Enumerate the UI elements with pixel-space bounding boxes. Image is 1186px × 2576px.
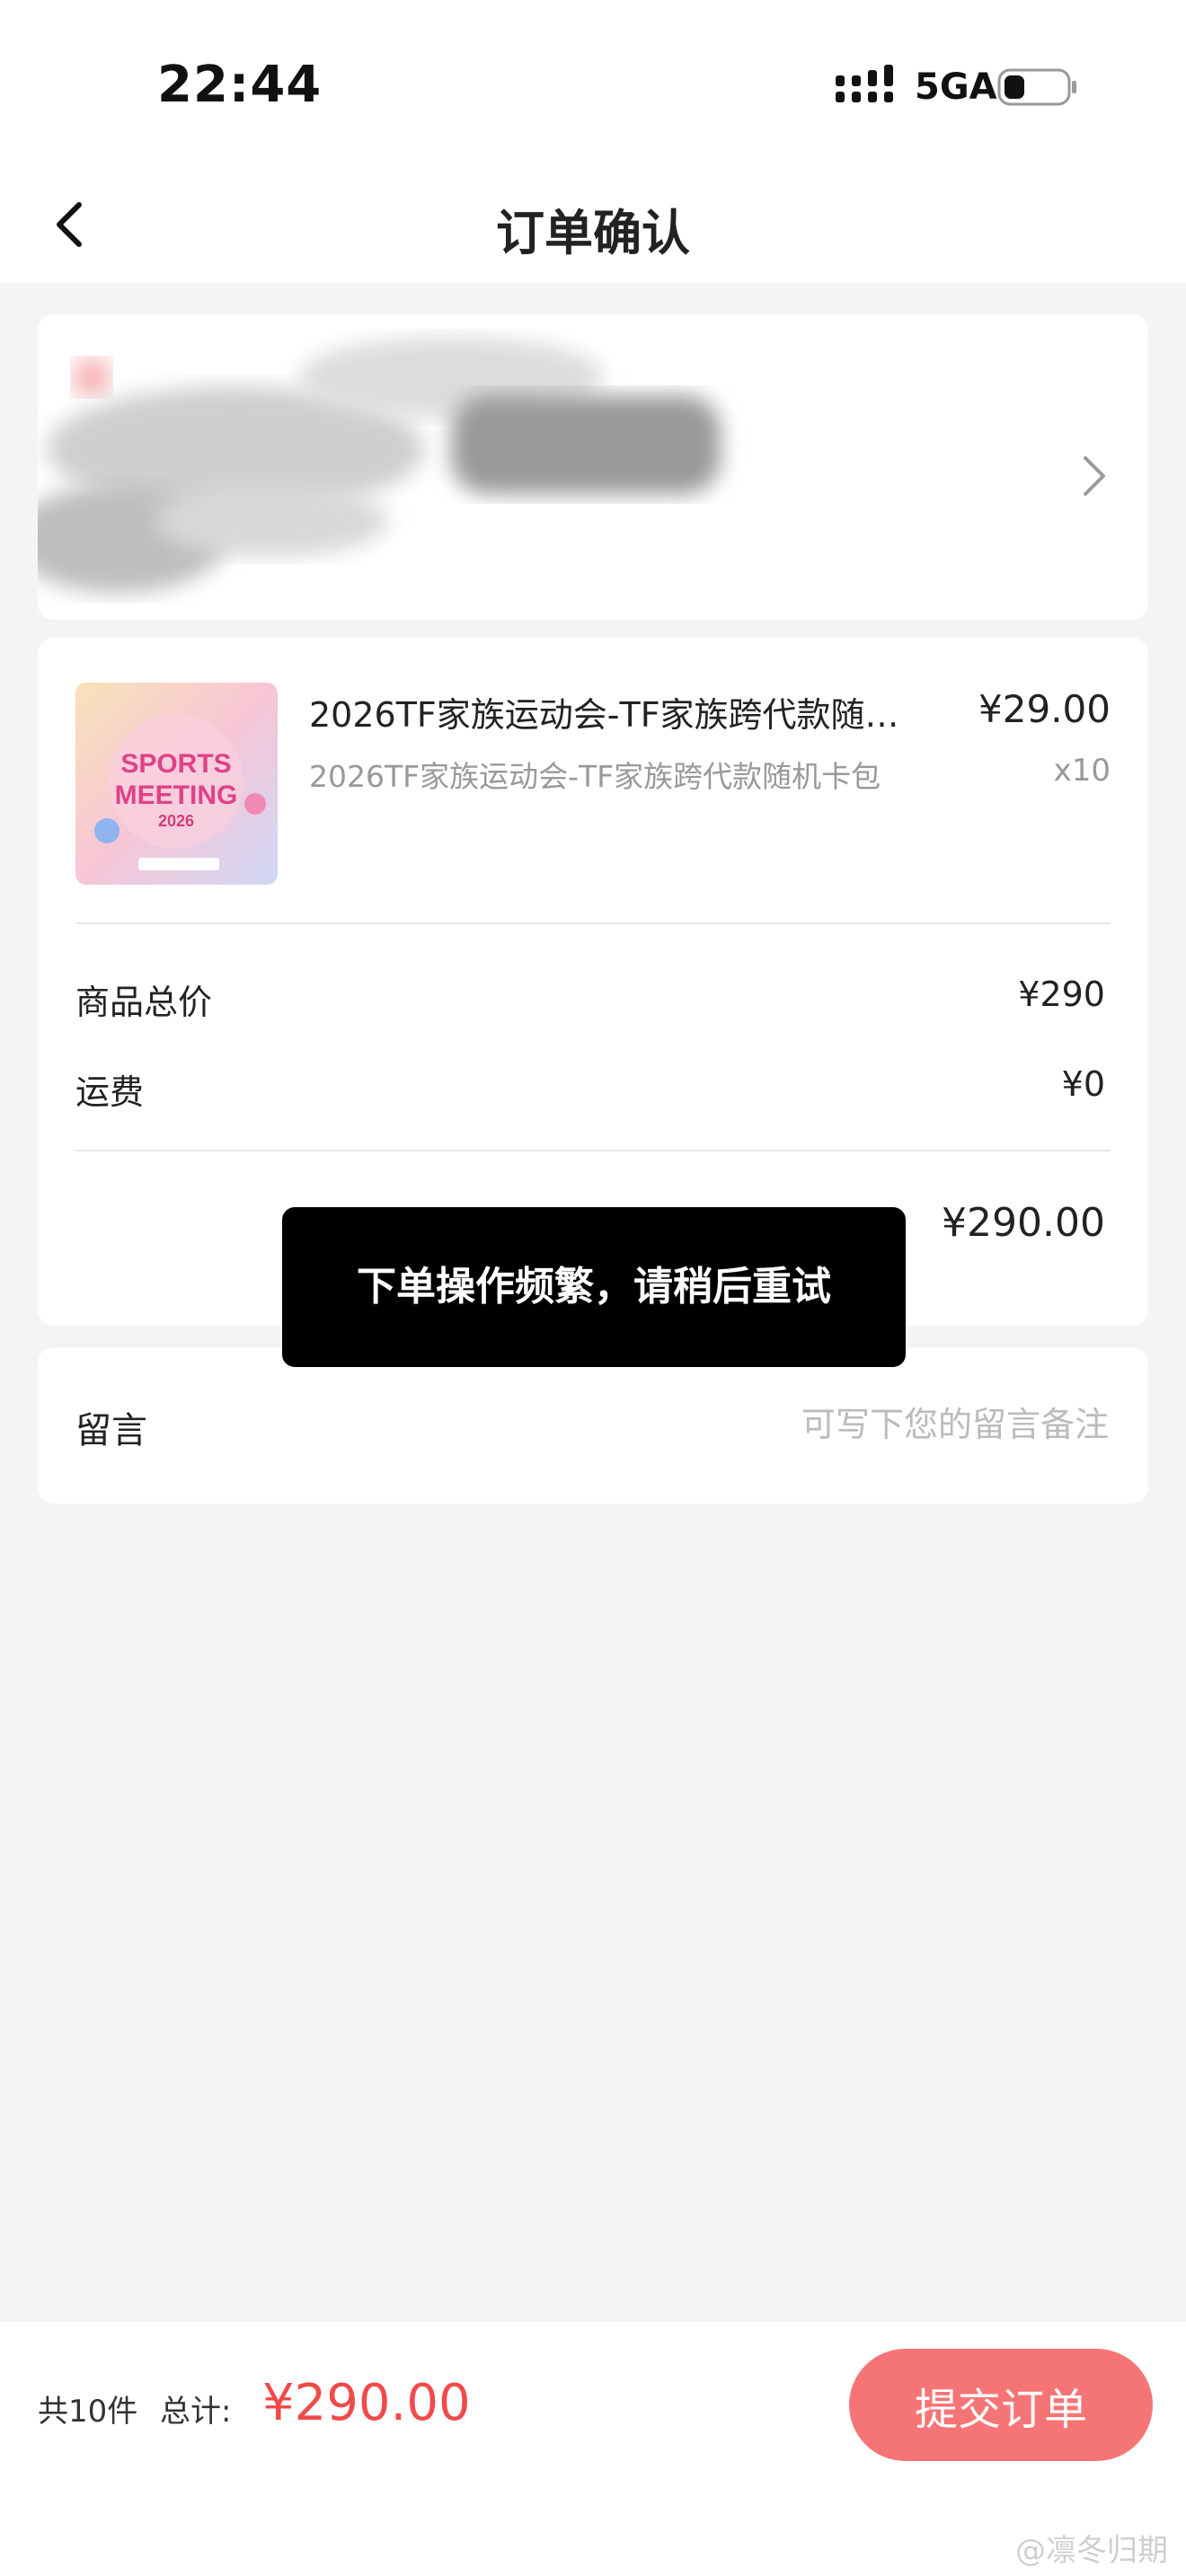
svg-text:SPORTS: SPORTS (120, 749, 231, 779)
bottom-bar: 共10件 总计: ¥290.00 提交订单 (0, 2322, 1186, 2576)
product-name: 2026TF家族运动会-TF家族跨代款随… (309, 695, 899, 735)
total-label: 总计: (160, 2394, 232, 2430)
divider (75, 922, 1111, 924)
nav-bar: 订单确认 (0, 162, 1186, 283)
network-type: 5GA (915, 66, 997, 108)
blurred-address (38, 337, 721, 593)
divider (75, 1150, 1111, 1151)
page-title: 订单确认 (496, 205, 690, 261)
submit-order-button[interactable]: 提交订单 (849, 2349, 1153, 2461)
signal-icon (836, 65, 893, 102)
items-total-label: 商品总价 (75, 983, 213, 1022)
address-card[interactable] (38, 314, 1148, 620)
battery-icon (997, 68, 1076, 106)
product-price: ¥29.00 (978, 687, 1111, 731)
error-toast: 下单操作频繁，请稍后重试 (282, 1207, 906, 1367)
status-time: 22:44 (157, 56, 323, 114)
message-label: 留言 (75, 1410, 147, 1451)
message-input[interactable] (478, 1397, 1111, 1452)
total-value: ¥290.00 (262, 2374, 471, 2432)
svg-text:2026: 2026 (158, 812, 194, 830)
shipping-label: 运费 (75, 1072, 145, 1112)
watermark: @凛冬归期 (1015, 2533, 1168, 2569)
item-count: 共10件 (38, 2394, 138, 2430)
product-quantity: x10 (1053, 753, 1111, 789)
status-bar: 22:44 5GA (0, 0, 1186, 162)
svg-text:MEETING: MEETING (115, 781, 238, 810)
product-image[interactable]: SPORTS MEETING 2026 (75, 683, 278, 885)
message-card: 留言 (38, 1347, 1148, 1504)
shipping-value: ¥0 (1061, 1064, 1105, 1104)
chevron-right-icon (1084, 456, 1105, 496)
subtotal-value: ¥290.00 (942, 1200, 1105, 1246)
items-total-value: ¥290 (1018, 975, 1105, 1014)
product-spec: 2026TF家族运动会-TF家族跨代款随机卡包 (309, 759, 881, 794)
